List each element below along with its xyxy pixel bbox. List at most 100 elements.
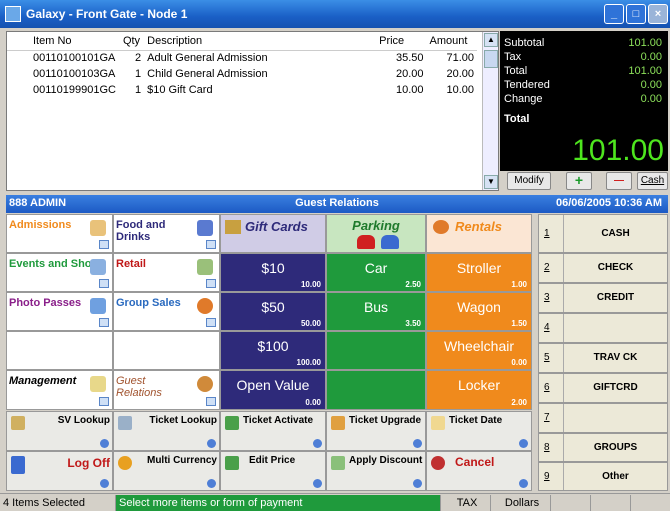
people-icon [197,376,213,392]
category-retail[interactable]: Retail [113,253,220,292]
minus-button[interactable]: — [606,172,632,190]
stored-value-icon [11,416,25,430]
maximize-button[interactable]: □ [626,4,646,24]
help-icon [207,479,216,488]
edit-price-button[interactable]: Edit Price [220,451,326,491]
folder-icon [99,279,109,288]
ticket-activate-button[interactable]: Ticket Activate [220,411,326,451]
vertical-scrollbar[interactable]: ▲ ▼ [482,32,498,190]
total-label: Total [504,65,528,77]
tender-groups[interactable]: 8 GROUPS [538,433,668,462]
product-open-value[interactable]: Open Value 0.00 [220,370,326,410]
grand-total-label: Total [504,113,530,125]
tender-trav-ck[interactable]: 5 TRAV CK [538,343,668,373]
calendar-icon [90,259,106,275]
door-icon [11,456,25,474]
category-management[interactable]: Management [6,370,113,410]
ticket-date-button[interactable]: Ticket Date [426,411,532,451]
price-tag-icon [197,259,213,275]
apply-discount-button[interactable]: Apply Discount [326,451,426,491]
total-value: 101.00 [628,65,662,77]
title-bar: Galaxy - Front Gate - Node 1 _ □ × [0,0,670,28]
car-icon [357,235,375,249]
category-guest-relations[interactable]: Guest Relations [113,370,220,410]
category-admissions[interactable]: Admissions [6,214,113,253]
transaction-list[interactable]: Item No Qty Description Price Amount 001… [6,31,499,191]
category-food-drinks[interactable]: Food and Drinks [113,214,220,253]
product-gift-card-100[interactable]: $100 100.00 [220,331,326,370]
subtotal-label: Subtotal [504,37,545,49]
category-rentals[interactable]: Rentals [426,214,532,253]
modify-button[interactable]: Modify [507,172,551,190]
discount-icon [331,456,345,470]
footer-status-bar: 4 Items Selected Select more items or fo… [0,493,670,511]
tendered-label: Tendered [504,79,550,91]
product-stroller[interactable]: Stroller 1.00 [426,253,532,292]
tender-check[interactable]: 2 CHECK [538,253,668,283]
product-gift-card-10[interactable]: $10 10.00 [220,253,326,292]
transaction-table: Item No Qty Description Price Amount 001… [7,32,477,98]
tax-indicator: TAX [441,495,491,511]
tender-7[interactable]: 7 [538,403,668,433]
window-title: Galaxy - Front Gate - Node 1 [26,7,188,21]
category-parking[interactable]: Parking [326,214,426,253]
col-item-no: Item No [7,32,120,51]
ticket-lookup-button[interactable]: Ticket Lookup [113,411,220,451]
category-group-sales[interactable]: Group Sales [113,292,220,331]
subtotal-value: 101.00 [628,37,662,49]
help-icon [313,439,322,448]
scroll-thumb[interactable] [484,50,498,68]
activate-icon [225,416,239,430]
ticket-upgrade-button[interactable]: Ticket Upgrade [326,411,426,451]
folder-icon [206,240,216,249]
ticket-search-icon [118,416,132,430]
upgrade-icon [331,416,345,430]
category-events-shows[interactable]: Events and Shows [6,253,113,292]
status-cell [591,495,631,511]
close-button[interactable]: × [648,4,668,24]
tax-label: Tax [504,51,522,63]
tender-giftcrd[interactable]: 6 GIFTCRD [538,373,668,403]
product-car[interactable]: Car 2.50 [326,253,426,292]
cancel-icon [431,456,445,470]
tender-other[interactable]: 9 Other [538,462,668,491]
status-cell [631,495,670,511]
folder-icon [206,397,216,406]
log-off-button[interactable]: Log Off [6,451,113,491]
table-row[interactable]: 00110100103GA 1 Child General Admission … [7,66,477,82]
category-photo-passes[interactable]: Photo Passes [6,292,113,331]
tender-credit[interactable]: 3 CREDIT [538,283,668,313]
plus-button[interactable]: + [566,172,592,190]
multi-currency-button[interactable]: Multi Currency [113,451,220,491]
table-row[interactable]: 00110199901GC 1 $10 Gift Card 10.00 10.0… [7,82,477,98]
gift-card-icon [225,220,241,234]
tendered-value: 0.00 [640,79,662,91]
help-icon [313,479,322,488]
prompt-text: Select more items or form of payment [116,495,441,511]
col-qty: Qty [119,32,145,51]
tender-cash[interactable]: 1 CASH [538,214,668,253]
ticket-icon [90,220,106,236]
tender-4[interactable]: 4 [538,313,668,343]
col-amount: Amount [426,32,477,51]
product-wheelchair[interactable]: Wheelchair 0.00 [426,331,532,370]
sv-lookup-button[interactable]: SV Lookup [6,411,113,451]
help-icon [519,439,528,448]
product-wagon[interactable]: Wagon 1.50 [426,292,532,331]
product-gift-card-50[interactable]: $50 50.00 [220,292,326,331]
scroll-up-icon[interactable]: ▲ [484,33,498,47]
category-gift-cards[interactable]: Gift Cards [220,214,326,253]
scroll-down-icon[interactable]: ▼ [484,175,498,189]
help-icon [207,439,216,448]
cancel-button[interactable]: Cancel [426,451,532,491]
status-cell [551,495,591,511]
minimize-button[interactable]: _ [604,4,624,24]
calendar-icon [431,416,445,430]
status-bar: 888 ADMIN Guest Relations 06/06/2005 10:… [6,195,668,213]
id-card-icon [90,298,106,314]
table-row[interactable]: 00110100101GA 2 Adult General Admission … [7,50,477,66]
product-locker[interactable]: Locker 2.00 [426,370,532,410]
cash-button[interactable]: Cash [637,172,668,190]
currency-indicator: Dollars [491,495,551,511]
product-bus[interactable]: Bus 3.50 [326,292,426,331]
